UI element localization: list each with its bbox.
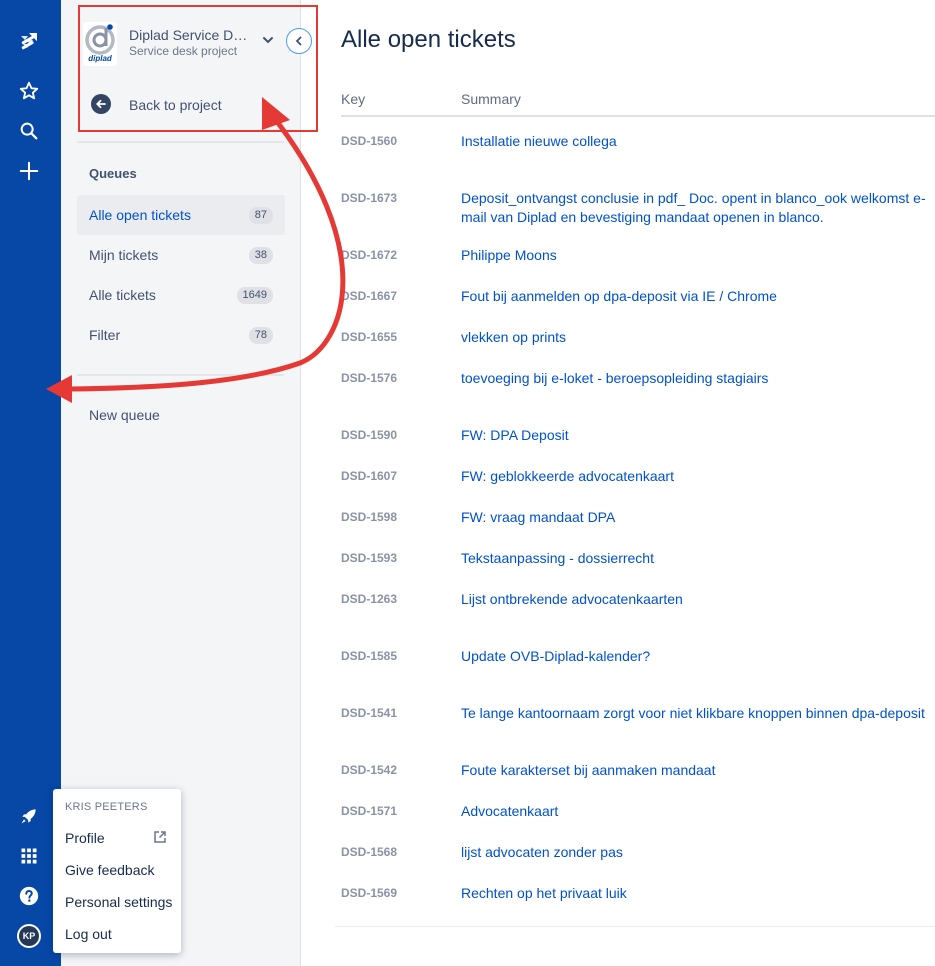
ticket-summary[interactable]: Rechten op het privaat luik <box>461 884 931 903</box>
ticket-summary[interactable]: FW: DPA Deposit <box>461 426 931 445</box>
ticket-summary[interactable]: vlekken op prints <box>461 328 931 347</box>
ticket-key[interactable]: DSD-1576 <box>341 371 397 385</box>
jira-logo-icon[interactable] <box>14 27 44 57</box>
avatar-initials: KP <box>19 926 39 946</box>
ticket-key[interactable]: DSD-1542 <box>341 763 397 777</box>
plus-icon[interactable] <box>14 156 44 186</box>
ticket-summary[interactable]: Te lange kantoornaam zorgt voor niet kli… <box>461 704 931 723</box>
ticket-summary[interactable]: Fout bij aanmelden op dpa-deposit via IE… <box>461 287 931 306</box>
queue-item-alle-tickets[interactable]: Alle tickets 1649 <box>77 275 285 315</box>
ticket-key[interactable]: DSD-1590 <box>341 428 397 442</box>
queues-heading: Queues <box>89 166 137 181</box>
profile-username: KRIS PEETERS <box>65 801 148 813</box>
ticket-key[interactable]: DSD-1560 <box>341 134 397 148</box>
page-title: Alle open tickets <box>341 26 516 53</box>
ticket-summary[interactable]: toevoeging bij e-loket - beroepsopleidin… <box>461 369 931 388</box>
ticket-key[interactable]: DSD-1263 <box>341 592 397 606</box>
external-link-icon <box>153 830 167 849</box>
global-navigation: KP <box>0 0 61 966</box>
star-icon[interactable] <box>14 76 44 106</box>
ticket-key[interactable]: DSD-1655 <box>341 330 397 344</box>
ticket-summary[interactable]: Lijst ontbrekende advocatenkaarten <box>461 590 931 609</box>
ticket-key[interactable]: DSD-1569 <box>341 886 397 900</box>
profile-menu: KRIS PEETERS Profile Give feedback Perso… <box>53 789 181 953</box>
queue-label: Alle tickets <box>89 287 156 303</box>
queue-item-filter[interactable]: Filter 78 <box>77 315 285 355</box>
queue-label: Alle open tickets <box>89 207 191 223</box>
ticket-key[interactable]: DSD-1585 <box>341 649 397 663</box>
queue-item-mijn-tickets[interactable]: Mijn tickets 38 <box>77 235 285 275</box>
queue-count-badge: 38 <box>248 247 273 264</box>
ticket-summary[interactable]: lijst advocaten zonder pas <box>461 843 931 862</box>
ticket-summary[interactable]: FW: vraag mandaat DPA <box>461 508 931 527</box>
table-header-divider <box>341 115 935 117</box>
queue-count-badge: 78 <box>248 327 273 344</box>
ticket-summary[interactable]: Installatie nieuwe collega <box>461 132 931 151</box>
profile-menu-item-give-feedback[interactable]: Give feedback <box>65 862 155 878</box>
ticket-key[interactable]: DSD-1672 <box>341 248 397 262</box>
avatar[interactable]: KP <box>14 921 44 951</box>
queue-label: Mijn tickets <box>89 247 159 263</box>
table-bottom-divider <box>335 926 935 927</box>
ticket-key[interactable]: DSD-1607 <box>341 469 397 483</box>
column-header-key[interactable]: Key <box>341 91 365 107</box>
annotation-highlight-box <box>78 5 318 132</box>
queue-item-alle-open-tickets[interactable]: Alle open tickets 87 <box>77 195 285 235</box>
queue-label: Filter <box>89 327 121 343</box>
ticket-key[interactable]: DSD-1571 <box>341 804 397 818</box>
ticket-summary[interactable]: Foute karakterset bij aanmaken mandaat <box>461 761 931 780</box>
ticket-key[interactable]: DSD-1673 <box>341 191 397 205</box>
ticket-summary[interactable]: Advocatenkaart <box>461 802 931 821</box>
ticket-key[interactable]: DSD-1568 <box>341 845 397 859</box>
profile-menu-item-personal-settings[interactable]: Personal settings <box>65 894 172 910</box>
ticket-key[interactable]: DSD-1541 <box>341 706 397 720</box>
help-icon[interactable] <box>14 881 44 911</box>
ticket-summary[interactable]: Tekstaanpassing - dossierrecht <box>461 549 931 568</box>
ticket-summary[interactable]: FW: geblokkeerde advocatenkaart <box>461 467 931 486</box>
menu-item-label: Profile <box>65 830 105 846</box>
ticket-summary[interactable]: Philippe Moons <box>461 246 931 265</box>
ticket-summary[interactable]: Deposit_ontvangst conclusie in pdf_ Doc.… <box>461 189 931 227</box>
column-header-summary[interactable]: Summary <box>461 91 521 107</box>
ticket-key[interactable]: DSD-1598 <box>341 510 397 524</box>
new-queue-link[interactable]: New queue <box>89 407 160 423</box>
queue-count-badge: 1649 <box>236 287 273 304</box>
search-icon[interactable] <box>14 116 44 146</box>
profile-menu-item-log-out[interactable]: Log out <box>65 926 112 942</box>
ticket-summary[interactable]: Update OVB-Diplad-kalender? <box>461 647 931 666</box>
divider <box>77 141 284 143</box>
ticket-key[interactable]: DSD-1667 <box>341 289 397 303</box>
divider <box>77 374 284 376</box>
ticket-key[interactable]: DSD-1593 <box>341 551 397 565</box>
app-switcher-icon[interactable] <box>14 841 44 871</box>
rocket-icon[interactable] <box>14 801 44 831</box>
queue-count-badge: 87 <box>248 207 273 224</box>
profile-menu-item-profile[interactable]: Profile <box>65 830 105 846</box>
